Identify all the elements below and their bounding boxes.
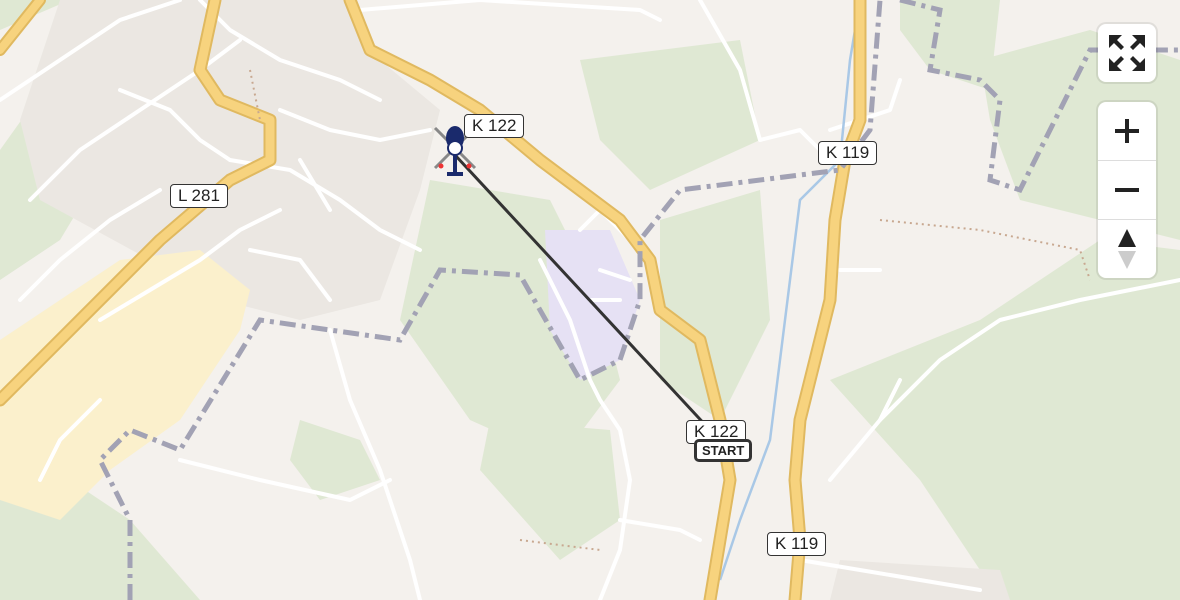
north-arrow-icon (1118, 229, 1136, 269)
road-label-k119-north: K 119 (818, 141, 878, 165)
fullscreen-button[interactable] (1098, 24, 1156, 82)
zoom-out-button[interactable] (1098, 160, 1156, 219)
minus-icon (1115, 188, 1139, 192)
fullscreen-control (1098, 24, 1156, 82)
road-label-l281: L 281 (170, 184, 228, 208)
zoom-in-button[interactable] (1098, 102, 1156, 160)
expand-arrows-icon (1109, 35, 1145, 71)
zoom-control (1098, 102, 1156, 278)
start-marker[interactable]: START (694, 439, 753, 462)
plus-icon (1115, 119, 1139, 143)
industrial-areas (0, 250, 250, 520)
compass-button[interactable] (1098, 219, 1156, 278)
map-canvas[interactable] (0, 0, 1180, 600)
road-label-k119-south: K 119 (767, 532, 827, 556)
road-label-k122-north: K 122 (464, 114, 525, 138)
